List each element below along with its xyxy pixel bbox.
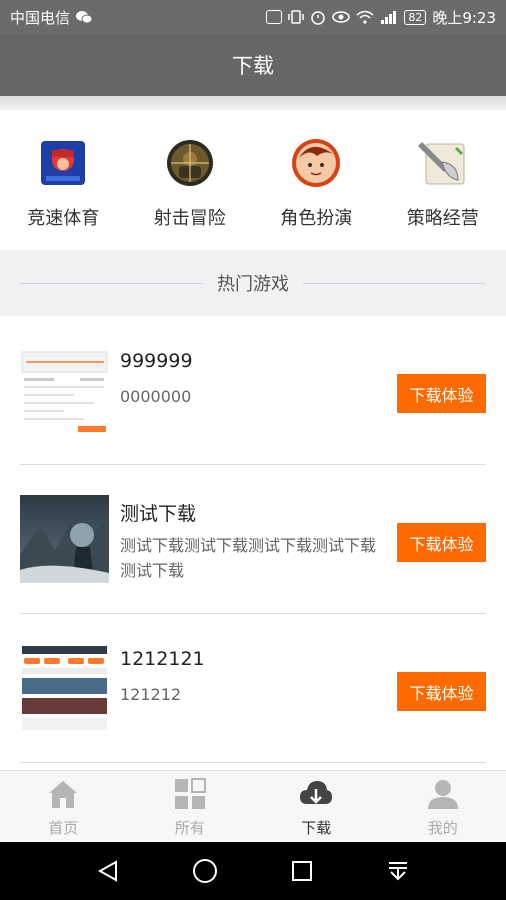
eye-icon <box>332 11 351 23</box>
category-rpg[interactable]: 角色扮演 <box>253 110 380 250</box>
cloud-download-icon <box>299 777 333 811</box>
game-name: 测试下载 <box>120 503 197 525</box>
category-label: 角色扮演 <box>280 208 353 229</box>
vibrate-icon <box>288 10 305 24</box>
alarm-icon <box>311 11 326 25</box>
tab-label: 我的 <box>427 819 458 837</box>
wifi-icon <box>356 10 374 24</box>
category-racing[interactable]: 竞速体育 <box>0 110 127 250</box>
racing-game-icon <box>38 138 88 188</box>
category-strategy[interactable]: 策略经营 <box>380 110 506 250</box>
game-name: 999999 <box>120 350 193 372</box>
game-thumbnail <box>20 346 109 434</box>
clock: 晚上9:23 <box>432 8 496 27</box>
tab-label: 所有 <box>174 819 205 837</box>
system-nav-bar <box>0 842 506 900</box>
tab-download[interactable]: 下载 <box>253 771 380 842</box>
game-description: 0000000 <box>120 387 192 406</box>
divider-line <box>20 282 203 284</box>
download-button[interactable]: 下载体验 <box>397 374 486 413</box>
header-shadow <box>0 96 506 110</box>
game-description: 测试下载测试下载测试下载测试下载测试下载 <box>120 536 377 580</box>
game-list: 999999 0000000 下载体验 测试下载 测试下载测试下载测试下载测试下… <box>0 316 506 770</box>
download-button[interactable]: 下载体验 <box>397 523 486 562</box>
category-shooting[interactable]: 射击冒险 <box>127 110 254 250</box>
home-icon <box>46 777 80 811</box>
notification-pulldown-icon[interactable] <box>386 859 410 883</box>
carrier-label: 中国电信 <box>10 8 71 27</box>
category-label: 策略经营 <box>406 208 479 229</box>
download-button[interactable]: 下载体验 <box>397 672 486 711</box>
page-title: 下载 <box>232 54 274 78</box>
category-label: 射击冒险 <box>153 208 226 229</box>
list-item[interactable]: 1212121 121212 下载体验 <box>20 614 486 763</box>
category-label: 竞速体育 <box>27 208 100 229</box>
back-icon[interactable] <box>96 859 120 883</box>
hot-games-divider: 热门游戏 <box>0 250 506 316</box>
status-bar: 中国电信 82 晚上9:23 <box>0 0 506 34</box>
signal-icon <box>381 11 397 24</box>
game-name: 1212121 <box>120 648 205 670</box>
shooter-game-icon <box>165 138 215 188</box>
game-thumbnail <box>20 644 109 732</box>
game-description: 121212 <box>120 685 182 704</box>
tab-profile[interactable]: 我的 <box>380 771 506 842</box>
section-title: 热门游戏 <box>217 274 289 295</box>
grid-icon <box>173 777 207 811</box>
wechat-icon <box>76 11 93 24</box>
list-item[interactable]: 测试下载 测试下载测试下载测试下载测试下载测试下载 下载体验 <box>20 465 486 614</box>
divider-line <box>303 282 486 284</box>
nfc-icon <box>266 10 283 24</box>
user-icon <box>426 777 460 811</box>
strategy-game-icon <box>417 138 468 188</box>
list-item[interactable]: 999999 0000000 下载体验 <box>20 316 486 465</box>
recents-icon[interactable] <box>290 859 314 883</box>
bottom-tab-bar: 首页 所有 下载 我的 <box>0 770 506 842</box>
page-header: 下载 <box>0 34 506 96</box>
tab-all[interactable]: 所有 <box>127 771 254 842</box>
tab-home[interactable]: 首页 <box>0 771 127 842</box>
tab-label: 下载 <box>301 819 332 837</box>
rpg-game-icon <box>291 138 341 188</box>
tab-label: 首页 <box>48 819 79 837</box>
home-circle-icon[interactable] <box>192 858 218 884</box>
game-thumbnail <box>20 495 109 583</box>
battery-indicator: 82 <box>404 9 427 25</box>
category-row: 竞速体育 射击冒险 角色扮演 策略经营 <box>0 110 506 250</box>
